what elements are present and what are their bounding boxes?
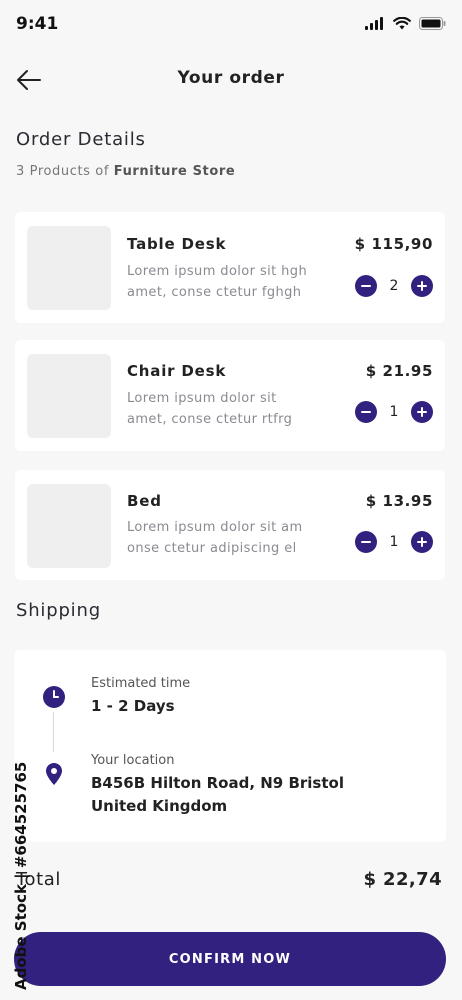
quantity-stepper: 1 xyxy=(355,400,433,424)
page-title: Your order xyxy=(177,68,285,88)
quantity-stepper: 2 xyxy=(355,274,433,298)
decrease-quantity-button[interactable] xyxy=(355,401,377,423)
product-price: $ 21.95 xyxy=(365,362,433,380)
order-subtitle: 3 Products of Furniture Store xyxy=(16,164,235,179)
product-name: Bed xyxy=(127,492,162,510)
total-value: $ 22,74 xyxy=(363,869,442,890)
decrease-quantity-button[interactable] xyxy=(355,275,377,297)
battery-icon xyxy=(419,17,446,30)
product-price: $ 13.95 xyxy=(365,492,433,510)
product-card[interactable]: Chair Desk Lorem ipsum dolor sit amet, c… xyxy=(15,340,445,451)
quantity-value: 1 xyxy=(389,534,399,550)
confirm-button[interactable]: CONFIRM NOW xyxy=(14,932,446,986)
minus-icon xyxy=(361,285,371,287)
clock-icon xyxy=(43,686,65,708)
product-price: $ 115,90 xyxy=(354,235,433,253)
watermark-text: Adobe Stock | #664525765 xyxy=(12,761,30,990)
product-description: Lorem ipsum dolor sit am onse ctetur adi… xyxy=(127,520,303,556)
plus-icon xyxy=(417,407,427,417)
quantity-value: 2 xyxy=(389,278,399,294)
estimated-time-label: Estimated time xyxy=(91,676,191,691)
location-label: Your location xyxy=(91,753,175,768)
location-pin-icon xyxy=(46,763,62,785)
estimated-time-value: 1 - 2 Days xyxy=(91,697,175,715)
app-header: Your order xyxy=(0,56,462,104)
product-image xyxy=(27,226,111,310)
product-description: Lorem ipsum dolor sit hgh amet, conse ct… xyxy=(127,264,308,300)
location-value: B456B Hilton Road, N9 Bristol United Kin… xyxy=(91,774,344,815)
increase-quantity-button[interactable] xyxy=(411,531,433,553)
timeline-connector xyxy=(53,712,54,752)
minus-icon xyxy=(361,541,371,543)
plus-icon xyxy=(417,537,427,547)
increase-quantity-button[interactable] xyxy=(411,275,433,297)
order-subtitle-prefix: 3 Products of xyxy=(16,164,114,179)
decrease-quantity-button[interactable] xyxy=(355,531,377,553)
product-card[interactable]: Table Desk Lorem ipsum dolor sit hgh ame… xyxy=(15,212,445,323)
shipping-title: Shipping xyxy=(16,600,101,621)
product-name: Chair Desk xyxy=(127,362,227,380)
status-icons xyxy=(365,17,446,30)
shipping-card: Estimated time 1 - 2 Days Your location … xyxy=(14,650,446,842)
status-bar: 9:41 xyxy=(0,0,462,48)
minus-icon xyxy=(361,411,371,413)
product-image xyxy=(27,484,111,568)
product-name: Table Desk xyxy=(127,235,227,253)
product-card[interactable]: Bed Lorem ipsum dolor sit am onse ctetur… xyxy=(15,470,445,580)
quantity-value: 1 xyxy=(389,404,399,420)
wifi-icon xyxy=(393,17,411,30)
increase-quantity-button[interactable] xyxy=(411,401,433,423)
store-name: Furniture Store xyxy=(113,164,236,179)
product-description: Lorem ipsum dolor sit amet, conse ctetur… xyxy=(127,391,293,427)
status-time: 9:41 xyxy=(16,14,59,34)
signal-icon xyxy=(365,17,383,30)
plus-icon xyxy=(417,281,427,291)
order-details-title: Order Details xyxy=(16,129,146,150)
product-image xyxy=(27,354,111,438)
quantity-stepper: 1 xyxy=(355,530,433,554)
